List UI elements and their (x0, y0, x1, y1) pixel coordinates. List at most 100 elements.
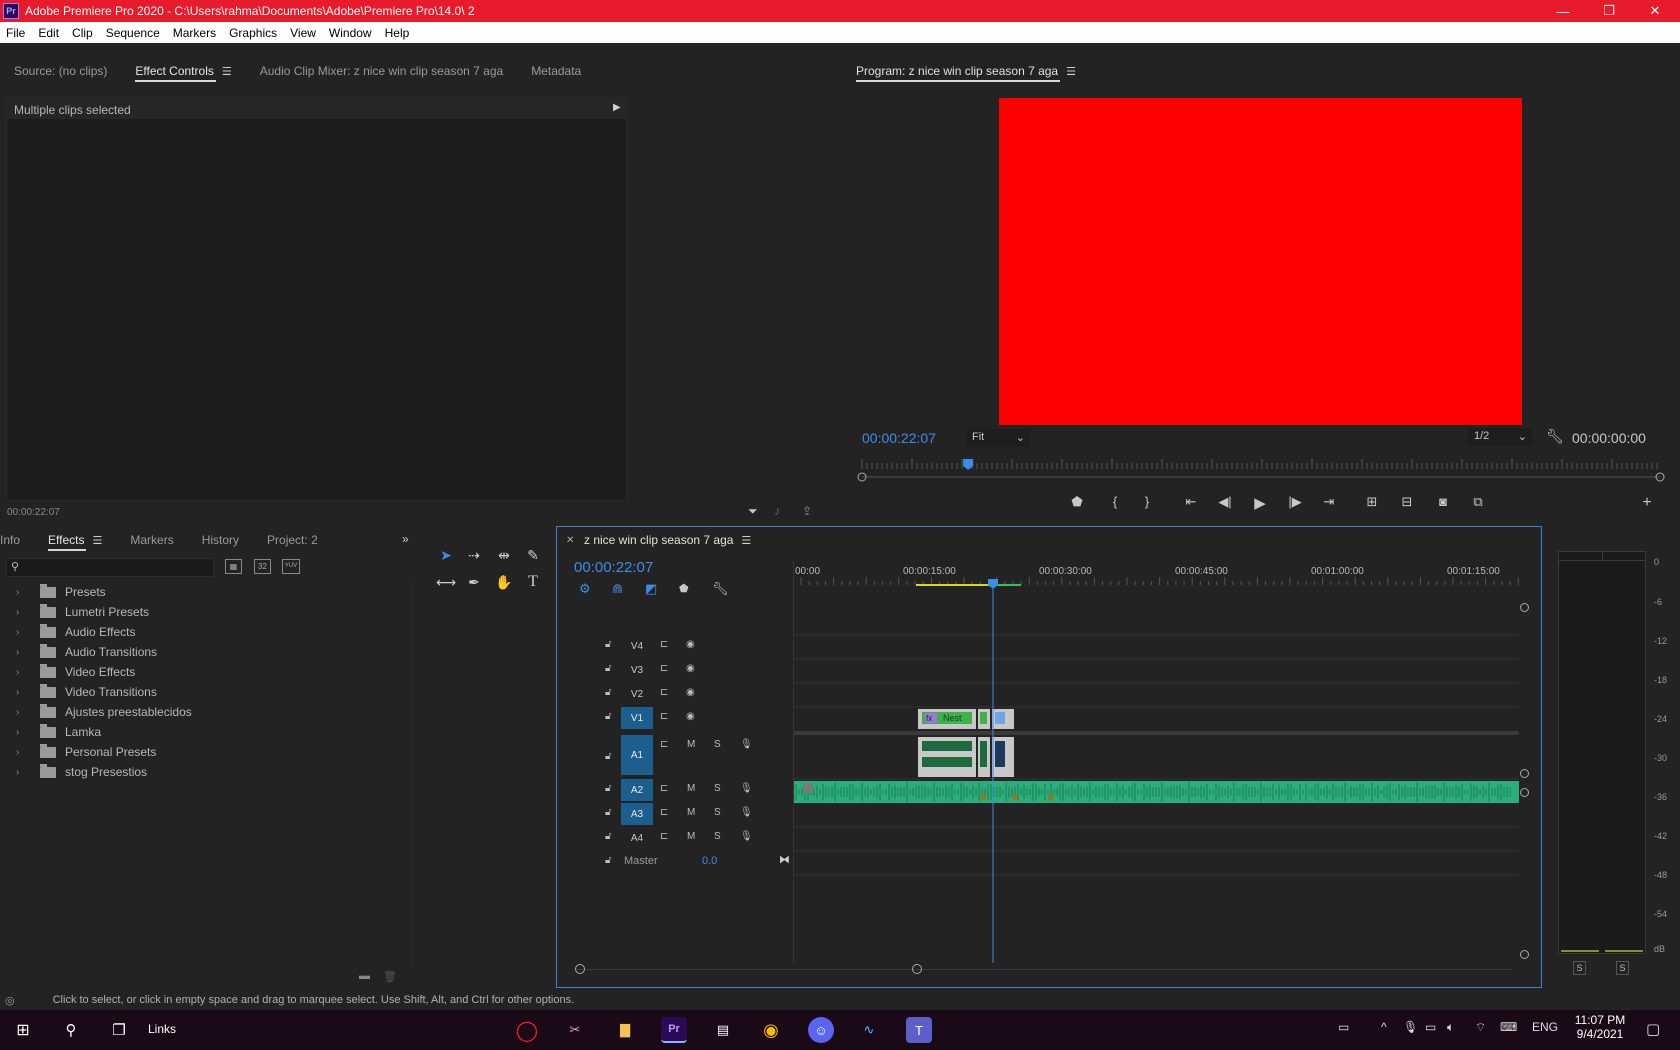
lock-icon[interactable]: 🔓︎ (605, 783, 611, 794)
solo-button[interactable]: S (714, 807, 721, 818)
discord-icon[interactable]: ☺ (808, 1017, 834, 1043)
add-button-icon[interactable]: + (1638, 494, 1656, 512)
news-widget-icon[interactable]: ▭ (1338, 1020, 1349, 1034)
add-marker-icon[interactable]: ⬟ (1068, 494, 1086, 510)
mark-out-icon[interactable]: } (1138, 494, 1156, 509)
tab-history[interactable]: History (188, 525, 253, 555)
pen-tool-icon[interactable]: ✒ (463, 571, 485, 593)
microphone-icon[interactable]: 🎙︎ (740, 783, 753, 794)
slip-tool-icon[interactable]: ⟷ (435, 571, 457, 593)
track-v1[interactable]: V1 (621, 707, 653, 729)
keyframe[interactable] (1048, 794, 1054, 800)
track-a3[interactable]: A3 (621, 803, 653, 825)
minimize-button[interactable]: — (1540, 0, 1586, 22)
track-a2[interactable]: A2 (621, 779, 653, 801)
eye-icon[interactable]: ◉ (686, 711, 695, 722)
filter-icon[interactable]: ⏷ (748, 504, 758, 519)
extract-icon[interactable]: ⊟ (1398, 494, 1416, 510)
zoom-handle-left[interactable] (575, 964, 585, 974)
menu-graphics[interactable]: Graphics (229, 26, 277, 40)
selection-tool-icon[interactable]: ➤ (435, 544, 457, 566)
add-marker-icon[interactable]: ⬟ (679, 582, 689, 595)
battery-icon[interactable]: ▭ (1425, 1020, 1436, 1034)
nest-toggle-icon[interactable]: ⚙︎ (579, 581, 591, 597)
lock-icon[interactable]: 🔓︎ (605, 663, 611, 674)
keyboard-icon[interactable]: ⌨ (1500, 1020, 1517, 1034)
opera-icon[interactable]: ◯ (514, 1017, 540, 1043)
play-icon[interactable]: ▶ (1251, 494, 1269, 512)
eye-icon[interactable]: ◉ (686, 663, 695, 674)
microphone-icon[interactable]: 🎙︎ (740, 739, 753, 750)
lock-icon[interactable]: 🔓︎ (605, 807, 611, 818)
lock-icon[interactable]: 🔓︎ (605, 639, 611, 650)
timeline-track-area[interactable]: 00:00 00:00:15:00 00:00:30:00 00:00:45:0… (793, 553, 1523, 963)
track-v2[interactable]: V2 (621, 683, 653, 705)
track-v4[interactable]: V4 (621, 635, 653, 657)
tab-info[interactable]: Info (0, 525, 34, 555)
menu-edit[interactable]: Edit (38, 26, 59, 40)
sync-lock-icon[interactable]: ⊏ (660, 783, 668, 794)
lock-icon[interactable]: 🔓︎ (605, 855, 611, 866)
more-panels-icon[interactable]: » (402, 532, 409, 546)
effects-search-input[interactable]: ⚲ (6, 558, 214, 577)
expand-arrow-icon[interactable]: ▶ (613, 102, 621, 113)
solo-button[interactable]: S (714, 783, 721, 794)
timeline-settings-wrench-icon[interactable]: 🔧︎ (712, 581, 729, 597)
menu-help[interactable]: Help (385, 26, 410, 40)
clock[interactable]: 11:07 PM 9/4/2021 (1570, 1013, 1630, 1041)
new-folder-icon[interactable]: ▬ (359, 970, 370, 982)
tab-audio-clip-mixer[interactable]: Audio Clip Mixer: z nice win clip season… (246, 56, 517, 86)
restore-button[interactable]: ❐ (1586, 0, 1632, 22)
mute-button[interactable]: M (687, 831, 695, 842)
mute-button[interactable]: M (687, 739, 695, 750)
tree-item-video-effects[interactable]: › Video Effects (16, 662, 135, 682)
solo-button[interactable]: S (714, 831, 721, 842)
camera-icon[interactable]: ◙ (1434, 494, 1452, 509)
step-forward-icon[interactable]: |▶︎ (1286, 494, 1304, 510)
sync-lock-icon[interactable]: ⊏ (660, 831, 668, 842)
sync-lock-icon[interactable]: ⊏ (660, 807, 668, 818)
mark-in-icon[interactable]: { (1106, 494, 1124, 509)
sync-lock-icon[interactable]: ⊏ (660, 663, 668, 674)
lock-icon[interactable]: 🔓︎ (605, 831, 611, 842)
tab-effect-controls[interactable]: Effect Controls ☰ (121, 56, 245, 86)
lock-icon[interactable]: 🔓︎ (605, 687, 611, 698)
go-to-in-icon[interactable]: ⇤ (1182, 494, 1200, 510)
windows-start-icon[interactable]: ⊞ (10, 1017, 36, 1043)
program-scrub-bar[interactable] (852, 455, 1666, 485)
keyframe[interactable] (1012, 794, 1018, 800)
video-scroll-handle-bottom[interactable] (1520, 769, 1529, 778)
go-to-end-icon[interactable]: ⧓ (779, 853, 790, 866)
task-view-icon[interactable]: ❐ (106, 1017, 132, 1043)
menu-view[interactable]: View (290, 26, 316, 40)
go-to-out-icon[interactable]: ⇥ (1320, 494, 1338, 510)
menu-window[interactable]: Window (329, 26, 372, 40)
video-scroll-handle-top[interactable] (1520, 603, 1529, 612)
keyframe[interactable] (980, 794, 986, 800)
step-back-icon[interactable]: ◀︎| (1216, 494, 1234, 510)
tab-effects[interactable]: Effects ☰ (34, 525, 116, 555)
store-icon[interactable]: ▤ (710, 1017, 736, 1043)
tab-metadata[interactable]: Metadata (517, 56, 595, 86)
menu-clip[interactable]: Clip (72, 26, 93, 40)
trash-icon[interactable]: 🗑︎ (383, 970, 397, 983)
wifi-icon[interactable]: ⌔ (1475, 1020, 1486, 1035)
sync-lock-icon[interactable]: ⊏ (660, 739, 668, 750)
tree-item-personal-presets[interactable]: › Personal Presets (16, 742, 156, 762)
razor-tool-icon[interactable]: ✎ (522, 544, 544, 566)
tree-item-lumetri-presets[interactable]: › Lumetri Presets (16, 602, 149, 622)
program-video-frame[interactable] (999, 98, 1522, 425)
chrome-icon[interactable]: ◉ (758, 1017, 784, 1043)
type-tool-icon[interactable]: T (522, 571, 544, 593)
solo-left-button[interactable]: S (1573, 961, 1586, 975)
track-select-tool-icon[interactable]: ⇢ (463, 544, 485, 566)
track-a4[interactable]: A4 (621, 827, 653, 849)
fit-dropdown[interactable]: Fit ⌄ (966, 429, 1030, 447)
comparison-view-icon[interactable]: ⧉ (1469, 494, 1487, 510)
menu-file[interactable]: File (6, 26, 25, 40)
premiere-taskbar-icon[interactable]: Pr (661, 1017, 687, 1043)
links-toolbar[interactable]: Links (148, 1022, 176, 1036)
tree-item-presets[interactable]: › Presets (16, 582, 106, 602)
tree-item-audio-effects[interactable]: › Audio Effects (16, 622, 136, 642)
tree-item-audio-transitions[interactable]: › Audio Transitions (16, 642, 157, 662)
